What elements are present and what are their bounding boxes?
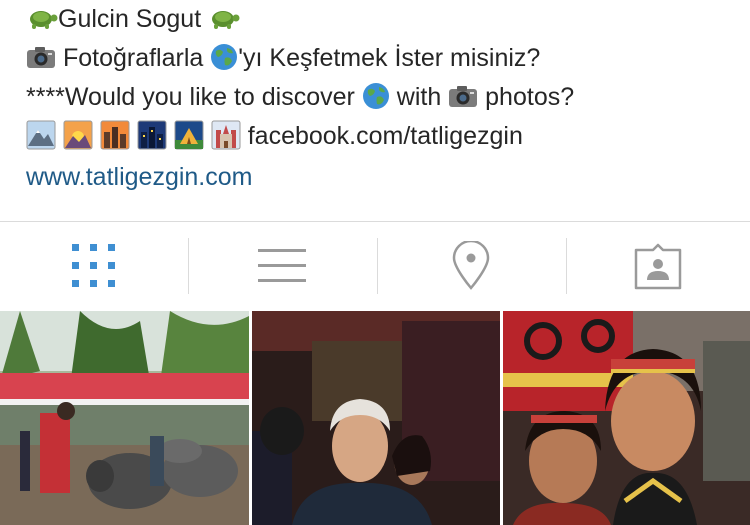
website-link[interactable]: www.tatligezgin.com xyxy=(26,158,736,197)
camera-icon xyxy=(27,47,55,69)
location-pin-icon xyxy=(452,241,490,290)
mountain-icon xyxy=(26,120,56,150)
profile-name-line: Gulcin Sogut xyxy=(26,0,736,39)
tab-grid-view[interactable] xyxy=(0,222,188,310)
bio-line-3: facebook.com/tatligezgin xyxy=(26,117,736,156)
profile-name: Gulcin Sogut xyxy=(58,5,202,33)
globe-icon xyxy=(211,44,238,71)
photo-grid xyxy=(0,311,750,525)
globe-icon xyxy=(362,83,389,110)
girls-traditional-dress-photo xyxy=(503,311,750,525)
facebook-link-text: facebook.com/tatligezgin xyxy=(247,122,523,150)
photo-tile-buffalo-market[interactable] xyxy=(0,311,249,525)
tagged-person-icon xyxy=(634,243,682,290)
profile-bio: Gulcin Sogut Fotoğraflarla 'yı Keşfetmek… xyxy=(26,0,736,197)
grid-icon xyxy=(72,244,115,287)
city-sunset-icon xyxy=(100,120,130,150)
bio-text-2c: photos? xyxy=(485,83,575,111)
tab-tagged-view[interactable] xyxy=(566,222,750,310)
buffalo-market-photo xyxy=(0,311,249,525)
bio-text-1a: Fotoğraflarla xyxy=(62,44,204,72)
castle-icon xyxy=(211,120,241,150)
camera-icon xyxy=(449,86,478,108)
elderly-woman-smiling-photo xyxy=(252,311,500,525)
sunrise-icon xyxy=(63,120,93,150)
city-night-icon xyxy=(137,120,167,150)
photo-tile-elderly-woman[interactable] xyxy=(252,311,500,525)
tab-map-view[interactable] xyxy=(377,222,565,310)
tab-list-view[interactable] xyxy=(188,222,376,310)
bio-line-1: Fotoğraflarla 'yı Keşfetmek İster misini… xyxy=(26,39,736,78)
turtle-icon xyxy=(212,11,240,30)
list-icon xyxy=(258,249,306,282)
camping-tent-icon xyxy=(174,120,204,150)
photo-tile-girls-traditional-dress[interactable] xyxy=(503,311,750,525)
profile-view-tabs xyxy=(0,222,750,310)
turtle-icon xyxy=(30,11,58,30)
bio-line-2: ****Would you like to discover with phot… xyxy=(26,78,736,117)
bio-text-1b: 'yı Keşfetmek İster misiniz? xyxy=(238,44,541,72)
bio-text-2b: with xyxy=(396,83,442,111)
bio-text-2a: ****Would you like to discover xyxy=(26,83,355,111)
